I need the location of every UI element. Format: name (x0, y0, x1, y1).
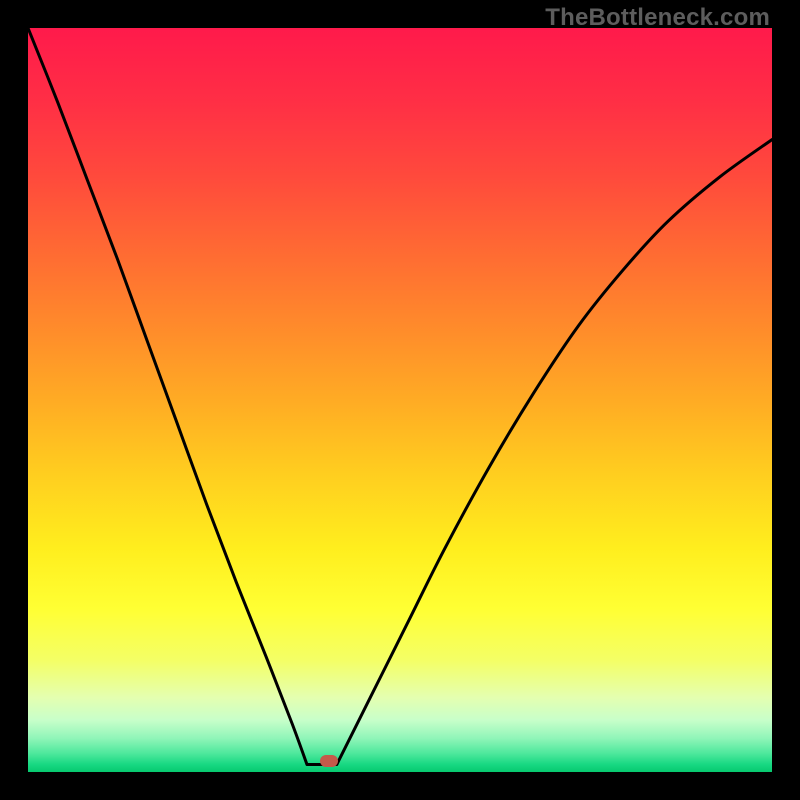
plot-area (28, 28, 772, 772)
chart-frame: TheBottleneck.com (0, 0, 800, 800)
optimum-marker (320, 755, 338, 767)
bottleneck-curve (28, 28, 772, 772)
